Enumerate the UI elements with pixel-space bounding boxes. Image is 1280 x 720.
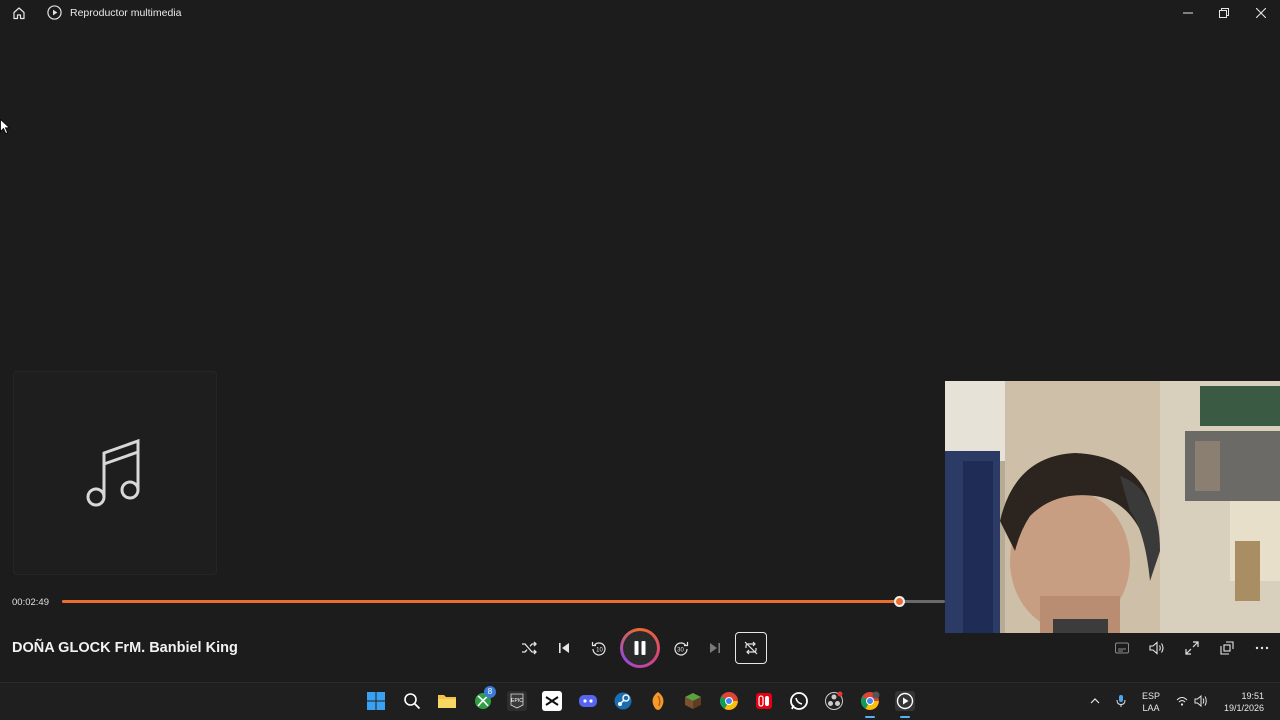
svg-text:EPIC: EPIC bbox=[511, 698, 523, 704]
keyboard-layout: LAA bbox=[1142, 703, 1160, 713]
taskbar-file-explorer[interactable] bbox=[437, 691, 457, 711]
close-button[interactable] bbox=[1243, 0, 1279, 26]
more-icon bbox=[1255, 646, 1269, 650]
media-player-app-icon bbox=[47, 5, 62, 20]
pause-icon bbox=[634, 641, 646, 655]
taskbar-obs[interactable] bbox=[824, 691, 844, 711]
rewind-10-button[interactable]: 10 bbox=[583, 632, 615, 664]
home-icon bbox=[13, 7, 25, 20]
minimize-button[interactable] bbox=[1170, 0, 1206, 26]
svg-text:30: 30 bbox=[677, 648, 684, 654]
taskbar-steam[interactable] bbox=[613, 691, 633, 711]
shuffle-button[interactable] bbox=[513, 632, 545, 664]
title-bar: Reproductor multimedia bbox=[0, 0, 1280, 26]
steam-icon bbox=[614, 692, 632, 710]
mini-player-button[interactable] bbox=[1211, 632, 1243, 664]
elapsed-time: 00:02:49 bbox=[12, 597, 49, 608]
minecraft-icon bbox=[685, 693, 701, 709]
taskbar-chrome-profile[interactable] bbox=[860, 691, 880, 718]
minimize-icon bbox=[1183, 12, 1193, 14]
taskbar-capcut[interactable] bbox=[542, 691, 562, 711]
tray-microphone[interactable] bbox=[1111, 691, 1131, 711]
clock-date: 19/1/2026 bbox=[1223, 703, 1264, 713]
nintendo-switch-icon bbox=[756, 693, 772, 709]
next-icon bbox=[710, 643, 720, 653]
previous-button[interactable] bbox=[548, 632, 580, 664]
folder-icon bbox=[438, 695, 456, 708]
search-icon bbox=[404, 693, 421, 710]
seek-bar[interactable] bbox=[62, 596, 945, 607]
window-title: Reproductor multimedia bbox=[70, 7, 182, 19]
restore-icon bbox=[1219, 8, 1229, 18]
mouse-cursor-icon bbox=[0, 119, 10, 135]
next-button[interactable] bbox=[699, 632, 731, 664]
clock-time: 19:51 bbox=[1241, 691, 1264, 701]
volume-button[interactable] bbox=[1141, 632, 1173, 664]
taskbar-chrome[interactable] bbox=[719, 691, 739, 711]
previous-icon bbox=[559, 643, 569, 653]
windows-taskbar: 8 EPIC ESP LAA 19:51 19/1/2026 bbox=[0, 682, 1280, 720]
taskbar-search-button[interactable] bbox=[402, 691, 422, 711]
home-button[interactable] bbox=[9, 3, 29, 23]
obs-icon bbox=[825, 691, 843, 710]
seek-bar-progress bbox=[62, 600, 900, 603]
play-pause-button-inner bbox=[623, 631, 657, 665]
album-art bbox=[13, 371, 217, 575]
media-player-icon bbox=[896, 692, 914, 710]
chrome-profile-icon bbox=[860, 691, 880, 710]
microphone-icon bbox=[1116, 695, 1126, 707]
speaker-icon bbox=[1194, 695, 1207, 707]
tray-overflow-button[interactable] bbox=[1085, 691, 1105, 711]
taskbar-nintendo-switch[interactable] bbox=[754, 691, 774, 711]
discord-icon bbox=[579, 695, 597, 707]
whatsapp-icon bbox=[790, 692, 808, 710]
windows-logo-icon bbox=[367, 692, 385, 710]
music-note-icon bbox=[86, 438, 140, 507]
forward-30-icon: 30 bbox=[674, 642, 689, 656]
captions-button[interactable] bbox=[1106, 632, 1138, 664]
fl-studio-icon bbox=[652, 692, 664, 710]
captions-icon bbox=[1115, 642, 1129, 654]
fullscreen-button[interactable] bbox=[1176, 632, 1208, 664]
fullscreen-icon bbox=[1185, 641, 1199, 655]
language-indicator[interactable]: ESP LAA bbox=[1138, 690, 1164, 714]
more-options-button[interactable] bbox=[1246, 632, 1278, 664]
tray-clock[interactable]: 19:51 19/1/2026 bbox=[1214, 690, 1272, 714]
chevron-up-icon bbox=[1090, 698, 1100, 704]
taskbar-epic-games[interactable]: EPIC bbox=[507, 691, 527, 711]
capcut-icon bbox=[545, 696, 559, 706]
chrome-icon bbox=[719, 692, 738, 710]
mini-player-icon bbox=[1220, 641, 1234, 655]
taskbar-whatsapp[interactable] bbox=[789, 691, 809, 711]
volume-icon bbox=[1149, 641, 1164, 655]
taskbar-media-player[interactable] bbox=[895, 691, 915, 718]
xbox-badge: 8 bbox=[484, 686, 496, 698]
play-pause-button[interactable] bbox=[620, 628, 660, 668]
tray-wifi[interactable] bbox=[1172, 691, 1192, 711]
forward-30-button[interactable]: 30 bbox=[665, 632, 697, 664]
taskbar-fl-studio[interactable] bbox=[648, 691, 668, 711]
taskbar-discord[interactable] bbox=[578, 691, 598, 711]
epic-games-icon: EPIC bbox=[510, 693, 524, 709]
song-title: DOÑA GLOCK FrM. Banbiel King bbox=[12, 640, 238, 656]
close-icon bbox=[1256, 8, 1266, 18]
rewind-10-icon: 10 bbox=[591, 642, 606, 656]
wifi-icon bbox=[1176, 697, 1188, 706]
shuffle-icon bbox=[522, 641, 537, 655]
webcam-feed-image bbox=[945, 381, 1280, 633]
tray-volume[interactable] bbox=[1191, 691, 1211, 711]
taskbar-xbox[interactable]: 8 bbox=[473, 686, 496, 711]
svg-text:10: 10 bbox=[596, 648, 603, 654]
repeat-button[interactable] bbox=[735, 632, 767, 664]
language-code: ESP bbox=[1141, 691, 1160, 701]
seek-bar-thumb[interactable] bbox=[894, 596, 906, 607]
start-button[interactable] bbox=[366, 691, 386, 711]
webcam-overlay bbox=[945, 381, 1280, 633]
restore-button[interactable] bbox=[1206, 0, 1242, 26]
repeat-off-icon bbox=[744, 641, 758, 655]
taskbar-minecraft[interactable] bbox=[683, 691, 703, 711]
